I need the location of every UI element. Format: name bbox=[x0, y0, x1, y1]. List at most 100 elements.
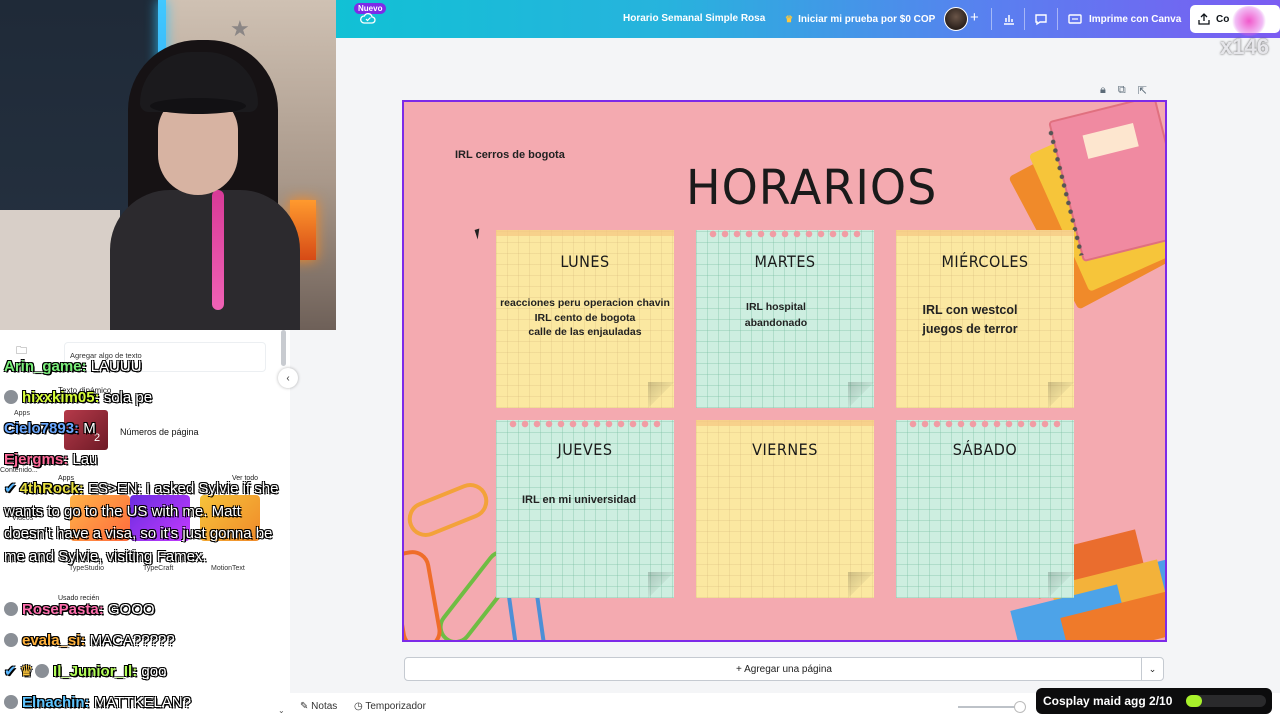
chat-text: MACA????? bbox=[89, 632, 175, 649]
upload-icon bbox=[1198, 13, 1210, 25]
stream-overlay-counter: x146 bbox=[1220, 34, 1269, 59]
timer-button[interactable]: ◷ Temporizador bbox=[354, 701, 426, 712]
chat-username: hixxkim05: bbox=[22, 389, 100, 406]
chat-username: Elnachin: bbox=[22, 694, 90, 711]
day-note-monday[interactable]: LUNES reacciones peru operacion chavin I… bbox=[496, 230, 674, 408]
chat-username: Cielo7893: bbox=[4, 420, 80, 437]
goal-progress-fill bbox=[1186, 695, 1202, 707]
webcam-bed bbox=[0, 210, 120, 330]
chevron-down-icon[interactable]: ⌄ bbox=[278, 706, 285, 715]
add-page-label: + Agregar una página bbox=[736, 663, 832, 675]
chat-message: evala_si: MACA????? bbox=[4, 629, 175, 652]
chat-text: goo bbox=[141, 663, 167, 680]
webcam-star-decoration: ★ bbox=[230, 16, 250, 41]
webcam-feed: ★ bbox=[0, 0, 336, 330]
timer-label: Temporizador bbox=[365, 701, 426, 712]
crown-icon: ♛ bbox=[785, 13, 794, 24]
chat-username: RosePasta: bbox=[22, 601, 104, 618]
day-note-saturday[interactable]: SÁBADO bbox=[896, 420, 1074, 598]
day-label: MIÉRCOLES bbox=[941, 252, 1029, 271]
webcam-person-shirt bbox=[110, 190, 300, 330]
truck-icon bbox=[1068, 14, 1082, 24]
divider bbox=[1057, 8, 1058, 30]
cloud-save-icon[interactable] bbox=[360, 12, 376, 24]
day-label: VIERNES bbox=[752, 440, 818, 459]
chat-message: hixxkim05: sola pe bbox=[4, 386, 152, 409]
notes-label: Notas bbox=[311, 701, 338, 712]
chat-message: Arin_game: LAUUU bbox=[4, 355, 142, 378]
webcam-person-cap-brim bbox=[150, 98, 246, 114]
add-collaborator-icon[interactable]: + bbox=[970, 9, 979, 26]
start-trial-label: Iniciar mi prueba por $0 COP bbox=[798, 13, 936, 25]
day-label: JUEVES bbox=[557, 440, 613, 459]
schedule-title[interactable]: HORARIOS bbox=[686, 159, 937, 216]
chat-message: Elnachin: MATTKELAN? bbox=[4, 691, 191, 714]
webcam-pink-hair-strand bbox=[212, 190, 224, 310]
share-label: Co bbox=[1216, 13, 1230, 25]
chat-username: Il_Junior_Il: bbox=[53, 663, 138, 680]
chat-username: Arin_game: bbox=[4, 358, 87, 375]
print-button[interactable]: Imprime con Canva bbox=[1060, 6, 1189, 32]
document-title[interactable]: Horario Semanal Simple Rosa bbox=[623, 13, 765, 24]
chat-message: Cielo7893: M bbox=[4, 417, 96, 440]
paperclip-illustration bbox=[404, 477, 494, 543]
page-tools: 🔒︎ ⧉ ⇱ bbox=[1100, 84, 1147, 97]
day-note-wednesday[interactable]: MIÉRCOLES IRL con westcol juegos de terr… bbox=[896, 230, 1074, 408]
start-trial-button[interactable]: ♛ Iniciar mi prueba por $0 COP bbox=[777, 6, 943, 32]
goal-progress-bar bbox=[1186, 695, 1266, 707]
verified-check-icon: ✔ bbox=[4, 663, 17, 680]
notes-icon: ✎ bbox=[300, 701, 312, 712]
day-label: MARTES bbox=[754, 252, 816, 271]
design-page[interactable]: IRL cerros de bogota HORARIOS LUNES reac… bbox=[402, 100, 1167, 642]
chat-text: sola pe bbox=[103, 389, 153, 406]
comment-icon[interactable] bbox=[1028, 6, 1054, 32]
day-activity: IRL en mi universidad bbox=[521, 494, 637, 506]
zoom-slider-handle[interactable] bbox=[1014, 701, 1026, 713]
page-numbers-label[interactable]: Números de página bbox=[120, 427, 199, 437]
day-label: SÁBADO bbox=[952, 440, 1018, 459]
day-activity: reacciones peru operacion chavin IRL cen… bbox=[500, 297, 670, 338]
chat-message: ✔ 4thRock: ES>EN: I asked Sylvie if she w… bbox=[4, 478, 287, 568]
paperclip-illustration bbox=[404, 547, 445, 640]
verified-check-icon: ✔ bbox=[4, 480, 17, 497]
user-avatar[interactable] bbox=[944, 7, 968, 31]
notes-button[interactable]: ✎ Notas bbox=[300, 701, 337, 712]
add-page-button[interactable]: + Agregar una página ⌄ bbox=[404, 657, 1164, 681]
divider bbox=[1024, 8, 1025, 30]
lock-icon[interactable]: 🔒︎ bbox=[1100, 84, 1106, 97]
chat-badge-icon bbox=[4, 390, 18, 404]
chat-badge-icon bbox=[4, 602, 18, 616]
day-note-thursday[interactable]: JUEVES IRL en mi universidad bbox=[496, 420, 674, 598]
chat-text: GOOO bbox=[107, 601, 155, 618]
schedule-subtitle[interactable]: IRL cerros de bogota bbox=[455, 149, 565, 161]
rail-label[interactable]: Apps bbox=[14, 410, 30, 417]
chat-text: LAUUU bbox=[90, 358, 142, 375]
chat-message: RosePasta: GOOO bbox=[4, 598, 155, 621]
chat-username: Ejergms: bbox=[4, 451, 69, 468]
day-note-tuesday[interactable]: MARTES IRL hospital abandonado bbox=[696, 230, 874, 408]
day-note-friday[interactable]: VIERNES bbox=[696, 420, 874, 598]
goal-label: Cosplay maid agg 2/10 bbox=[1043, 694, 1173, 708]
chat-username: 4thRock: bbox=[19, 480, 84, 497]
add-page-icon[interactable]: ⇱ bbox=[1138, 84, 1147, 97]
print-label: Imprime con Canva bbox=[1089, 13, 1182, 25]
day-activity: IRL con westcol juegos de terror bbox=[922, 303, 1018, 336]
divider bbox=[991, 8, 992, 30]
chat-message: Ejergms: Lau bbox=[4, 448, 97, 471]
chevron-down-icon[interactable]: ⌄ bbox=[1141, 658, 1163, 680]
day-activity: IRL hospital abandonado bbox=[744, 301, 808, 329]
chat-text: M bbox=[83, 420, 96, 437]
chat-badge-icon bbox=[4, 633, 18, 647]
chat-message: ✔ ♛ Il_Junior_Il: goo bbox=[4, 660, 166, 683]
chat-badge-icon bbox=[35, 664, 50, 678]
canva-editor: Nuevo Horario Semanal Simple Rosa ♛ Inic… bbox=[0, 0, 1280, 720]
day-label: LUNES bbox=[560, 252, 610, 271]
insights-icon[interactable] bbox=[996, 6, 1022, 32]
collapse-panel-button[interactable]: ‹ bbox=[278, 368, 298, 388]
stream-overlay-sparkle bbox=[1232, 6, 1266, 36]
timer-icon: ◷ bbox=[354, 701, 366, 712]
duplicate-page-icon[interactable]: ⧉ bbox=[1118, 84, 1126, 97]
chat-username: evala_si: bbox=[22, 632, 86, 649]
chat-text: Lau bbox=[72, 451, 98, 468]
panel-scrollbar[interactable] bbox=[281, 330, 286, 366]
